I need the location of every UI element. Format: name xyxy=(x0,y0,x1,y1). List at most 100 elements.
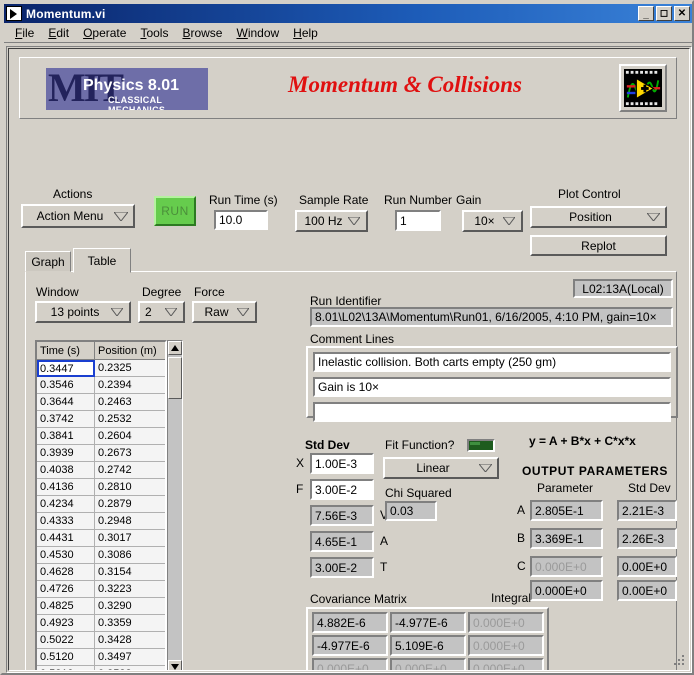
table-row[interactable]: 0.4431 0.3017 xyxy=(37,530,165,547)
table-row[interactable]: 0.4136 0.2810 xyxy=(37,479,165,496)
run-number-input[interactable]: 1 xyxy=(395,210,441,231)
menu-item-operate[interactable]: Operate xyxy=(76,25,133,41)
sample-rate-ring[interactable]: 100 Hz xyxy=(295,210,368,232)
table-cell[interactable]: 0.2879 xyxy=(95,496,165,513)
table-cell[interactable]: 0.4136 xyxy=(37,479,95,496)
output-row-label: B xyxy=(517,531,526,545)
comment-line-1[interactable]: Inelastic collision. Both carts empty (2… xyxy=(313,352,671,372)
table-cell[interactable]: 0.3428 xyxy=(95,632,165,649)
table-row[interactable]: 0.3841 0.2604 xyxy=(37,428,165,445)
table-cell[interactable]: 0.3546 xyxy=(37,377,95,394)
table-cell[interactable]: 0.4333 xyxy=(37,513,95,530)
maximize-button[interactable]: ◻ xyxy=(656,6,672,21)
table-row[interactable]: 0.4234 0.2879 xyxy=(37,496,165,513)
table-row[interactable]: 0.3644 0.2463 xyxy=(37,394,165,411)
table-cell[interactable]: 0.4234 xyxy=(37,496,95,513)
std-dev-value[interactable]: 3.00E-2 xyxy=(310,479,374,500)
table-cell[interactable]: 0.3017 xyxy=(95,530,165,547)
comment-line-3[interactable] xyxy=(313,402,671,422)
sample-rate-label: Sample Rate xyxy=(299,193,369,207)
minimize-button[interactable]: _ xyxy=(638,6,654,21)
menu-item-edit[interactable]: Edit xyxy=(41,25,76,41)
minimize-icon: _ xyxy=(643,9,649,20)
menu-item-window[interactable]: Window xyxy=(229,25,286,41)
table-row[interactable]: 0.4825 0.3290 xyxy=(37,598,165,615)
std-dev-value: 7.56E-3 xyxy=(310,505,374,526)
table-cell[interactable]: 0.2742 xyxy=(95,462,165,479)
gain-ring[interactable]: 10× xyxy=(462,210,523,232)
table-cell[interactable]: 0.2463 xyxy=(95,394,165,411)
table-cell[interactable]: 0.4726 xyxy=(37,581,95,598)
fit-function-led[interactable] xyxy=(467,439,495,452)
table-row[interactable]: 0.5022 0.3428 xyxy=(37,632,165,649)
table-scrollbar[interactable] xyxy=(167,340,183,670)
table-cell[interactable]: 0.4628 xyxy=(37,564,95,581)
table-cell[interactable]: 0.4825 xyxy=(37,598,95,615)
degree-value: 2 xyxy=(145,305,152,319)
table-cell[interactable]: 0.3939 xyxy=(37,445,95,462)
std-dev-value[interactable]: 1.00E-3 xyxy=(310,453,374,474)
scroll-up-button[interactable] xyxy=(168,341,182,355)
table-row[interactable]: 0.52190.3588 xyxy=(37,666,165,670)
tab-table[interactable]: Table xyxy=(73,248,131,273)
table-cell[interactable]: 0.5120 xyxy=(37,649,95,666)
data-table[interactable]: Time (s) Position (m) 0.3447 0.2325 0.3546 0… xyxy=(35,340,167,670)
table-cell[interactable]: 0.5219 xyxy=(37,666,95,670)
table-cell[interactable]: 0.3359 xyxy=(95,615,165,632)
fit-function-ring[interactable]: Linear xyxy=(383,457,499,479)
action-menu-ring[interactable]: Action Menu xyxy=(21,204,135,228)
table-row[interactable]: 0.3742 0.2532 xyxy=(37,411,165,428)
table-row[interactable]: 0.4530 0.3086 xyxy=(37,547,165,564)
degree-ring[interactable]: 2 xyxy=(138,301,185,323)
table-cell[interactable]: 0.2810 xyxy=(95,479,165,496)
table-cell[interactable]: 0.2948 xyxy=(95,513,165,530)
resize-grip[interactable] xyxy=(674,655,686,667)
table-cell[interactable]: 0.4923 xyxy=(37,615,95,632)
table-row[interactable]: 0.3939 0.2673 xyxy=(37,445,165,462)
chevron-down-icon xyxy=(163,308,179,316)
table-row[interactable]: 0.5120 0.3497 xyxy=(37,649,165,666)
comment-line-2[interactable]: Gain is 10× xyxy=(313,377,671,397)
table-cell[interactable]: 0.2532 xyxy=(95,411,165,428)
table-cell[interactable]: 0.3742 xyxy=(37,411,95,428)
table-cell[interactable]: 0.3290 xyxy=(95,598,165,615)
table-cell[interactable]: 0.5022 xyxy=(37,632,95,649)
table-cell[interactable]: 0.3086 xyxy=(95,547,165,564)
table-row[interactable]: 0.4923 0.3359 xyxy=(37,615,165,632)
table-cell[interactable]: 0.4038 xyxy=(37,462,95,479)
table-cell[interactable]: 0.3841 xyxy=(37,428,95,445)
tab-graph[interactable]: Graph xyxy=(25,251,71,272)
force-ring[interactable]: Raw xyxy=(192,301,257,323)
table-row[interactable]: 0.3447 0.2325 xyxy=(37,360,165,377)
table-cell[interactable]: 0.3644 xyxy=(37,394,95,411)
table-cell[interactable]: 0.3497 xyxy=(95,649,165,666)
table-row[interactable]: 0.4628 0.3154 xyxy=(37,564,165,581)
output-parameter-value: 2.805E-1 xyxy=(530,500,603,521)
menu-item-help[interactable]: Help xyxy=(286,25,325,41)
close-button[interactable]: ✕ xyxy=(674,6,690,21)
menu-item-browse[interactable]: Browse xyxy=(175,25,229,41)
table-row[interactable]: 0.4038 0.2742 xyxy=(37,462,165,479)
window-ring[interactable]: 13 points xyxy=(35,301,131,323)
table-cell[interactable]: 0.3588 xyxy=(95,666,165,670)
table-cell[interactable]: 0.3154 xyxy=(95,564,165,581)
scroll-down-button[interactable] xyxy=(168,660,182,670)
table-row[interactable]: 0.3546 0.2394 xyxy=(37,377,165,394)
run-time-input[interactable]: 10.0 xyxy=(214,210,268,230)
run-button[interactable]: RUN xyxy=(154,196,196,226)
table-cell[interactable]: 0.4431 xyxy=(37,530,95,547)
table-row[interactable]: 0.4333 0.2948 xyxy=(37,513,165,530)
table-cell[interactable]: 0.2394 xyxy=(95,377,165,394)
plot-control-ring[interactable]: Position xyxy=(530,206,667,228)
table-cell[interactable]: 0.3447 xyxy=(37,360,95,377)
menu-item-tools[interactable]: Tools xyxy=(133,25,175,41)
scrollbar-thumb[interactable] xyxy=(168,357,182,399)
table-cell[interactable]: 0.2325 xyxy=(95,360,165,377)
table-cell[interactable]: 0.2604 xyxy=(95,428,165,445)
action-menu-value: Action Menu xyxy=(36,209,104,223)
table-cell[interactable]: 0.3223 xyxy=(95,581,165,598)
table-row[interactable]: 0.4726 0.3223 xyxy=(37,581,165,598)
menu-item-file[interactable]: File xyxy=(8,25,41,41)
table-cell[interactable]: 0.2673 xyxy=(95,445,165,462)
table-cell[interactable]: 0.4530 xyxy=(37,547,95,564)
